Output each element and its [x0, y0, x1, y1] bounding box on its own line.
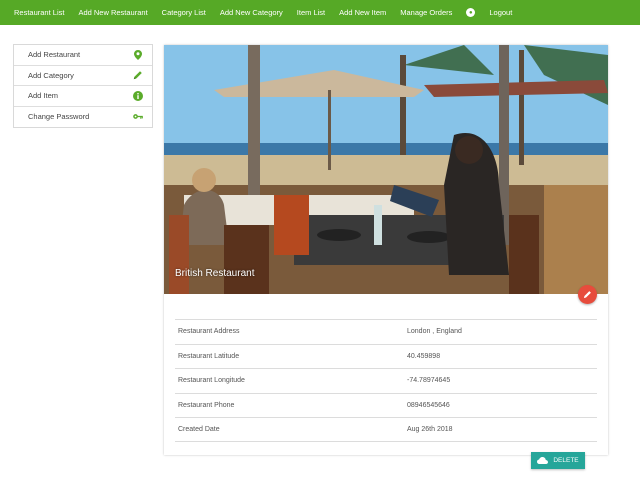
restaurant-photo: British Restaurant	[164, 45, 608, 294]
info-icon	[133, 90, 143, 101]
detail-row: Restaurant Phone 08946545646	[175, 392, 597, 418]
sidebar-item-label: Change Password	[28, 112, 90, 122]
globe-icon[interactable]: ●	[466, 8, 476, 17]
sidebar-item-add-restaurant[interactable]: Add Restaurant	[14, 45, 152, 66]
edit-button[interactable]	[578, 285, 597, 304]
detail-value: -74.78974645	[407, 377, 451, 385]
nav-logout[interactable]: Logout	[489, 8, 512, 17]
sidebar-item-add-category[interactable]: Add Category	[14, 66, 152, 86]
detail-label: Restaurant Longitude	[178, 377, 245, 385]
key-icon	[133, 112, 143, 122]
detail-label: Restaurant Latitude	[178, 352, 240, 360]
delete-label: DELETE	[553, 457, 579, 464]
detail-label: Restaurant Address	[178, 328, 240, 336]
detail-row: Restaurant Longitude -74.78974645	[175, 368, 597, 393]
top-nav: Restaurant List Add New Restaurant Categ…	[0, 0, 640, 25]
detail-row: Restaurant Address London , England	[175, 319, 597, 344]
restaurant-photo-illustration	[164, 45, 608, 294]
detail-value: London , England	[407, 328, 462, 336]
sidebar-item-label: Add Item	[28, 91, 59, 101]
nav-add-new-item[interactable]: Add New Item	[339, 8, 386, 17]
sidebar-item-label: Add Category	[28, 70, 74, 80]
detail-row: Restaurant Latitude 40.459898	[175, 343, 597, 369]
nav-item-list[interactable]: Item List	[297, 8, 325, 17]
restaurant-name: British Restaurant	[175, 268, 255, 279]
delete-button[interactable]: DELETE	[531, 452, 585, 469]
detail-value: Aug 26th 2018	[407, 426, 453, 434]
sidebar-item-label: Add Restaurant	[28, 50, 81, 60]
nav-restaurant-list[interactable]: Restaurant List	[14, 8, 64, 17]
sidebar-item-change-password[interactable]: Change Password	[14, 107, 152, 128]
pencil-icon	[583, 291, 591, 299]
nav-add-new-category[interactable]: Add New Category	[220, 8, 283, 17]
detail-row: Created Date Aug 26th 2018	[175, 417, 597, 442]
detail-label: Created Date	[178, 426, 220, 434]
map-pin-icon	[133, 49, 143, 60]
detail-value: 08946545646	[407, 402, 450, 410]
nav-category-list[interactable]: Category List	[162, 8, 206, 17]
detail-label: Restaurant Phone	[178, 402, 235, 410]
nav-manage-orders[interactable]: Manage Orders	[400, 8, 452, 17]
pencil-icon	[133, 70, 143, 80]
sidebar: Add Restaurant Add Category Add Item Cha…	[13, 44, 153, 128]
cloud-icon	[537, 457, 549, 464]
nav-add-new-restaurant[interactable]: Add New Restaurant	[78, 8, 147, 17]
restaurant-details-table: Restaurant Address London , England Rest…	[175, 319, 597, 442]
detail-value: 40.459898	[407, 352, 441, 360]
sidebar-item-add-item[interactable]: Add Item	[14, 86, 152, 107]
